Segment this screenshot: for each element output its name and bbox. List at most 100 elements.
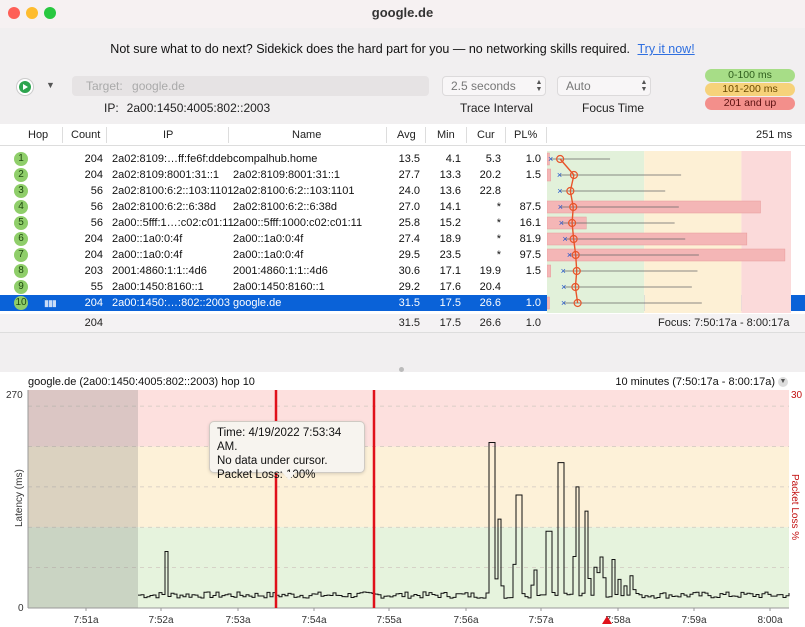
chevron-down-icon[interactable]: ▼ (778, 377, 788, 387)
hop-number-badge: 5 (14, 216, 28, 230)
legend-yellow: 101-200 ms (705, 83, 795, 96)
col-name[interactable]: Name (292, 129, 321, 141)
cell-cur: * (496, 249, 501, 261)
hop-number-badge: 9 (14, 280, 28, 294)
legend-green: 0-100 ms (705, 69, 795, 82)
hop-number-badge: 4 (14, 200, 28, 214)
tooltip-status: No data under cursor. (217, 455, 328, 467)
cell-min: 23.5 (439, 249, 461, 261)
ip-label: IP: (104, 101, 119, 115)
cell-count: 56 (90, 185, 103, 197)
cell-count: 56 (90, 201, 103, 213)
focus-time-field[interactable]: Auto ▲ ▼ (557, 76, 651, 96)
cell-pl: 1.5 (525, 265, 541, 277)
legend-red: 201 and up (705, 97, 795, 110)
col-min[interactable]: Min (437, 129, 455, 141)
cell-avg: 29.5 (398, 249, 420, 261)
cell-count: 204 (84, 233, 103, 245)
column-divider (466, 127, 467, 143)
latency-chart[interactable]: 7:51a 7:52a 7:53a 7:54a 7:55a 7:56a 7:57a 7:58a… (0, 372, 805, 627)
tooltip-time: Time: 4/19/2022 7:53:34 AM. (217, 427, 342, 453)
pl-max-label: 30 (791, 390, 803, 401)
play-icon (19, 81, 31, 93)
cell-pl: 1.0 (525, 153, 541, 165)
x-tick-label: 8:00a (757, 615, 782, 626)
cell-avg: 13.5 (398, 153, 420, 165)
cell-ip: 2a00::1a0:0:4f (112, 233, 183, 245)
x-tick-label: 7:52a (148, 615, 173, 626)
cell-count: 203 (84, 265, 103, 277)
chevron-down-icon[interactable]: ▼ (46, 80, 55, 90)
hop-number-badge: 8 (14, 264, 28, 278)
cell-avg: 27.4 (398, 233, 420, 245)
cell-count: 56 (90, 217, 103, 229)
timeline-graph[interactable]: 7:51a 7:52a 7:53a 7:54a 7:55a 7:56a 7:57a 7:58a… (0, 372, 805, 627)
cell-avg: 27.7 (398, 169, 420, 181)
bar-chart-icon[interactable]: ▮▮▮ (44, 298, 57, 309)
cell-min: 17.5 (439, 297, 461, 309)
target-input[interactable]: Target: google.de (72, 76, 429, 96)
target-value: google.de (132, 79, 185, 93)
tooltip-tail (282, 472, 296, 480)
x-tick-label: 7:53a (225, 615, 250, 626)
cell-min: 4.1 (445, 153, 461, 165)
col-ip[interactable]: IP (163, 129, 173, 141)
col-avg[interactable]: Avg (397, 129, 416, 141)
cell-ip: 2a02:8100:6:2::6:38d (112, 201, 216, 213)
cell-cur: 19.9 (479, 265, 501, 277)
summary-count: 204 (84, 317, 103, 329)
app-window: google.de Not sure what to do next? Side… (0, 0, 805, 627)
cell-pl: 81.9 (519, 233, 541, 245)
hop-latency-sparkline: ×××××××××× (547, 151, 791, 313)
focus-time-label: Focus Time (582, 101, 645, 115)
col-cur[interactable]: Cur (477, 129, 495, 141)
y-max-label: 270 (6, 390, 23, 401)
column-divider (106, 127, 107, 143)
start-trace-button[interactable] (16, 78, 34, 96)
cell-ip: 2a02:8109:…ff:fe6f:ddeb (112, 153, 233, 165)
pane-splitter[interactable] (0, 332, 805, 374)
stepper-arrows-icon[interactable]: ▲ ▼ (640, 79, 648, 93)
x-tick-label: 7:54a (301, 615, 326, 626)
summary-pl: 1.0 (525, 317, 541, 329)
focus-time-value: Auto (566, 79, 591, 93)
cell-min: 17.1 (439, 265, 461, 277)
trace-interval-value: 2.5 seconds (451, 79, 516, 93)
min-latency-mark: × (561, 266, 566, 276)
min-latency-mark: × (561, 282, 566, 292)
min-latency-mark: × (559, 218, 564, 228)
min-latency-mark: × (562, 234, 567, 244)
table-header: Hop Count IP Name Avg Min Cur PL% 251 ms (0, 124, 805, 146)
col-count[interactable]: Count (71, 129, 100, 141)
hop-number-badge: 10 (14, 296, 28, 310)
pl-axis-label: Packet Loss % (789, 474, 800, 540)
cell-pl: 1.0 (525, 297, 541, 309)
hop-number-badge: 3 (14, 184, 28, 198)
min-latency-mark: × (558, 202, 563, 212)
promo-banner: Not sure what to do next? Sidekick does … (0, 42, 805, 56)
summary-avg: 31.5 (398, 317, 420, 329)
col-pl[interactable]: PL% (514, 129, 537, 141)
min-latency-mark: × (561, 298, 566, 308)
cell-name: 2a02:8109:8001:31::1 (233, 169, 341, 181)
graph-time-range[interactable]: 10 minutes (7:50:17a - 8:00:17a) (615, 376, 775, 388)
window-title: google.de (371, 5, 434, 20)
cell-cur: * (496, 233, 501, 245)
cell-ip: 2a00::5fff:1…:c02:c01:11 (112, 217, 234, 229)
summary-row: 204 31.5 17.5 26.6 1.0 Focus: 7:50:17a -… (0, 314, 805, 332)
ip-value: 2a00:1450:4005:802::2003 (126, 101, 271, 115)
cell-name: 2a02:8100:6:2::6:38d (233, 201, 337, 213)
min-latency-mark: × (567, 250, 572, 260)
cell-pl: 1.5 (525, 169, 541, 181)
column-divider (505, 127, 506, 143)
trace-interval-field[interactable]: 2.5 seconds ▲ ▼ (442, 76, 546, 96)
hop-number-badge: 1 (14, 152, 28, 166)
stepper-arrows-icon[interactable]: ▲ ▼ (535, 79, 543, 93)
packet-loss-bar (547, 168, 551, 182)
promo-link[interactable]: Try it now! (638, 42, 695, 56)
promo-text: Not sure what to do next? Sidekick does … (110, 42, 631, 56)
column-divider (228, 127, 229, 143)
column-divider (425, 127, 426, 143)
col-hop[interactable]: Hop (28, 129, 48, 141)
cell-name: 2a00::5fff:1000:c02:c01:11 (233, 217, 363, 229)
